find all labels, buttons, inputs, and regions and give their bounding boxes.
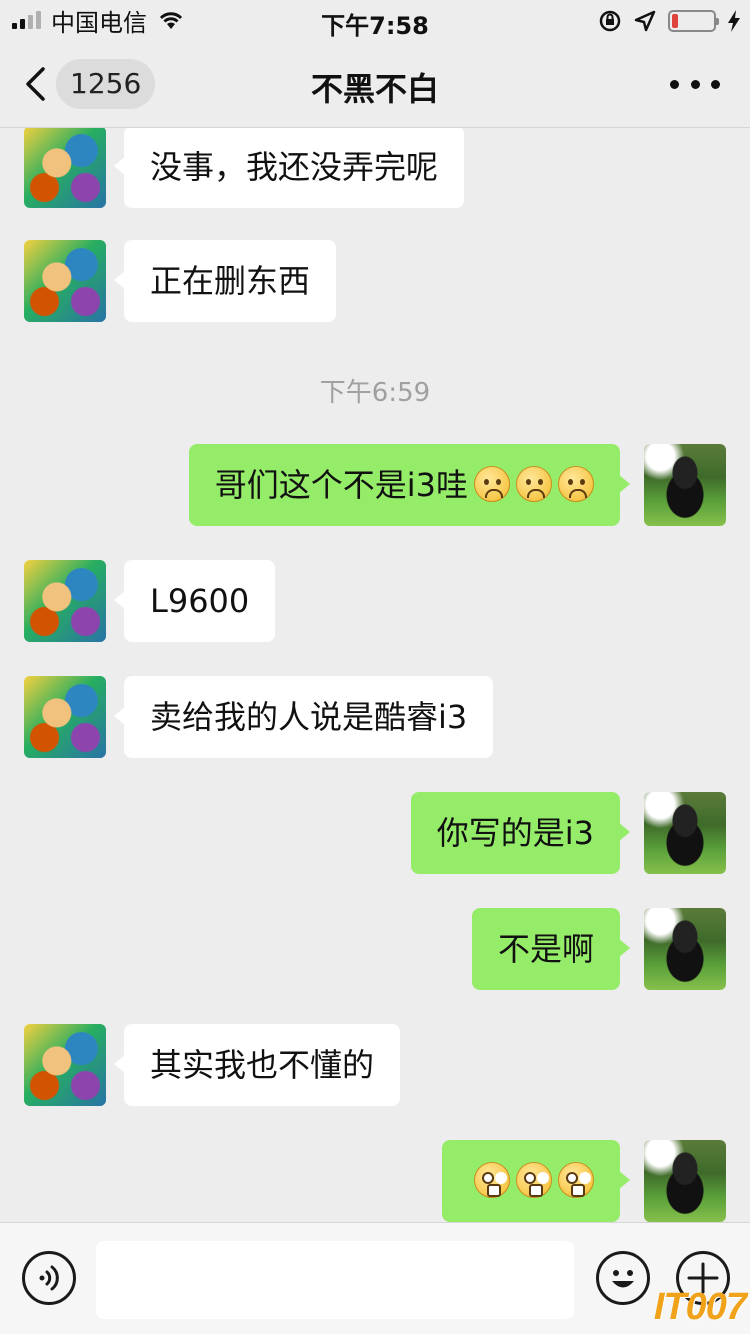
message-timestamp: 下午6:59 (319, 378, 431, 408)
dot-icon (670, 79, 679, 89)
contact-avatar[interactable] (24, 676, 106, 758)
message-input[interactable] (96, 1241, 574, 1319)
voice-button[interactable] (22, 1251, 76, 1305)
message-text: 正在删东西 (150, 262, 311, 300)
back-button[interactable]: 1256 (24, 56, 156, 112)
dot-icon (690, 79, 700, 89)
shocked-face-emoji-icon (558, 1162, 594, 1198)
chevron-left-icon (26, 67, 45, 101)
message-bubble-incoming[interactable]: 没事，我还没弄完呢 (113, 128, 465, 208)
message-bubble-outgoing[interactable]: 不是啊 (471, 908, 631, 990)
contact-avatar[interactable] (24, 128, 106, 208)
watermark-logo: IT007 (653, 1286, 747, 1328)
status-bar: 中国电信 下午7:58 (0, 0, 750, 40)
orientation-lock-icon (599, 10, 621, 32)
message-text: 其实我也不懂的 (150, 1046, 375, 1084)
sad-face-emoji-icon (516, 466, 552, 502)
message-bubble-incoming[interactable]: 卖给我的人说是酷睿i3 (113, 676, 494, 758)
message-text: 哥们这个不是i3哇 (214, 466, 468, 504)
message-bubble-incoming[interactable]: 其实我也不懂的 (113, 1024, 401, 1106)
message-text: 不是啊 (497, 930, 594, 968)
voice-icon (39, 1265, 59, 1291)
message-text: 没事，我还没弄完呢 (150, 148, 439, 186)
message-bubble-outgoing[interactable] (442, 1140, 630, 1222)
contact-avatar[interactable] (24, 240, 106, 322)
status-bar-right (598, 8, 740, 34)
my-avatar[interactable] (644, 908, 726, 990)
sad-face-emoji-icon (558, 466, 594, 502)
charging-icon (728, 10, 740, 32)
message-bubble-outgoing[interactable]: 哥们这个不是i3哇 (188, 444, 631, 526)
unread-count-badge: 1256 (56, 59, 156, 109)
message-text: 你写的是i3 (436, 814, 594, 852)
dot-icon (711, 79, 720, 89)
battery-level (672, 14, 678, 28)
chat-message-list[interactable]: 没事，我还没弄完呢 正在删东西 下午6:59 哥们这个不是i3哇 L9600 卖… (0, 128, 750, 1222)
nav-bar: 1256 不黑不白 (0, 40, 750, 128)
shocked-face-emoji-icon (516, 1162, 552, 1198)
sad-face-emoji-icon (474, 466, 510, 502)
message-bubble-outgoing[interactable]: 你写的是i3 (410, 792, 631, 874)
shocked-face-emoji-icon (474, 1162, 510, 1198)
input-bar (0, 1222, 750, 1334)
my-avatar[interactable] (644, 792, 726, 874)
emoji-button[interactable] (596, 1251, 650, 1305)
contact-avatar[interactable] (24, 560, 106, 642)
my-avatar[interactable] (644, 444, 726, 526)
message-text: 卖给我的人说是酷睿i3 (150, 698, 468, 736)
my-avatar[interactable] (644, 1140, 726, 1222)
message-text: L9600 (150, 582, 250, 620)
message-bubble-incoming[interactable]: 正在删东西 (113, 240, 337, 322)
location-icon (634, 10, 656, 32)
more-options-button[interactable] (670, 70, 720, 98)
message-bubble-incoming[interactable]: L9600 (113, 560, 276, 642)
battery-icon (668, 10, 719, 32)
emoji-icon (612, 1270, 634, 1288)
contact-avatar[interactable] (24, 1024, 106, 1106)
